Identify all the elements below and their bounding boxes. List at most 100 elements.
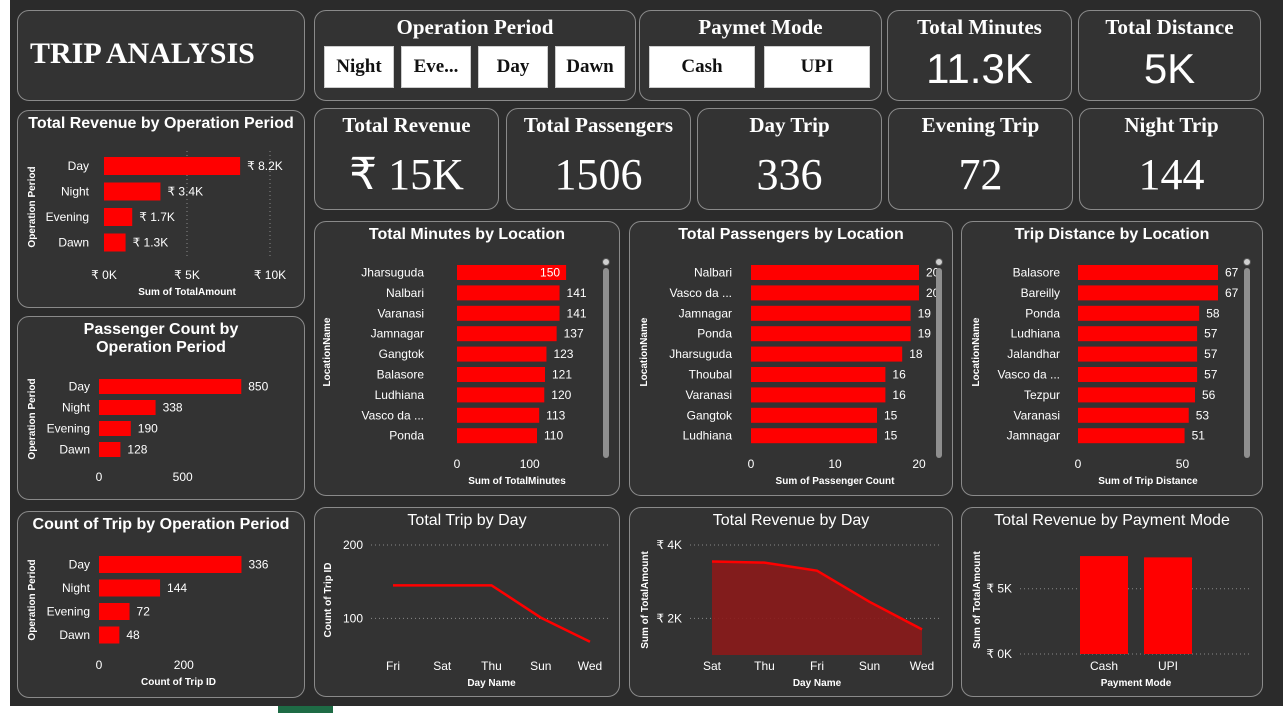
slicer-option-cash[interactable]: Cash: [649, 46, 755, 88]
tick-label: 0: [748, 457, 755, 471]
category-label: Evening: [47, 422, 90, 436]
category-label: Varanasi: [1014, 408, 1060, 422]
data-label: 67: [1225, 266, 1239, 280]
area-fill: [712, 561, 922, 655]
category-label: Balasore: [377, 368, 425, 382]
kpi-day-trip: Day Trip 336: [697, 108, 882, 210]
category-label: Bareilly: [1021, 286, 1060, 300]
tick-label: 200: [343, 538, 363, 552]
bar: [751, 387, 886, 403]
chart-minutes-by-location: Total Minutes by Location Jharsuguda 150 N…: [314, 221, 620, 496]
bar: [457, 387, 545, 403]
payment-mode-slicer: Paymet Mode Cash UPI: [639, 10, 882, 101]
kpi-value: 1506: [554, 150, 643, 199]
category-label: Ponda: [697, 327, 732, 341]
category-label: Ludhiana: [375, 388, 425, 402]
bar: [99, 556, 242, 573]
data-label: 110: [544, 429, 563, 443]
bar: [1080, 556, 1128, 654]
kpi-evening-trip: Evening Trip 72: [888, 108, 1073, 210]
scrollbar-thumb: [603, 268, 609, 458]
chart-passengers-by-location-svg: Nalbari 20Vasco da ... 20Jamnagar 19Ponda 19…: [639, 258, 943, 487]
category-label: Gangtok: [379, 347, 425, 361]
bar: [99, 442, 121, 457]
category-label: Tezpur: [1024, 388, 1060, 402]
y-axis-label: LocationName: [971, 317, 982, 386]
kpi-total-distance: Total Distance 5K: [1078, 10, 1261, 101]
category-label: Ponda: [389, 429, 424, 443]
kpi-label: Total Distance: [1105, 15, 1234, 39]
category-label: Ponda: [1025, 306, 1060, 320]
chart-trips-by-period: Count of Trip by Operation Period Day 336…: [17, 511, 305, 698]
bar: [1144, 557, 1192, 654]
page-title: TRIP ANALYSIS: [30, 37, 255, 70]
kpi-total-passengers: Total Passengers 1506: [506, 108, 691, 210]
category-label: Fri: [810, 659, 824, 673]
data-label: 190: [138, 422, 158, 436]
tick-label: 100: [520, 457, 540, 471]
bar: [1078, 367, 1198, 382]
bar: [1078, 346, 1198, 362]
category-label: Nalbari: [694, 266, 732, 280]
data-label: 51: [1192, 429, 1206, 443]
data-label: 121: [552, 368, 572, 382]
category-label: Jharsuguda: [361, 266, 424, 280]
bar: [104, 233, 126, 252]
window-bottom-strip: [0, 706, 1283, 713]
x-axis-label: Count of Trip ID: [141, 677, 216, 688]
kpi-label: Day Trip: [749, 113, 830, 137]
y-axis-label: LocationName: [322, 317, 333, 386]
y-axis-label: Operation Period: [27, 378, 38, 459]
category-label: Evening: [46, 210, 89, 224]
scrollbar-handle-icon: [602, 258, 610, 266]
data-label: ₹ 1.7K: [139, 210, 175, 224]
y-axis-label: Sum of TotalAmount: [972, 551, 983, 649]
tick-label: ₹ 10K: [254, 268, 286, 282]
x-axis-label: Sum of TotalAmount: [138, 287, 236, 298]
category-label: Night: [61, 185, 90, 199]
slicer-option-upi[interactable]: UPI: [764, 46, 870, 88]
slicer-option-evening[interactable]: Eve...: [401, 46, 471, 88]
data-label: 141: [567, 306, 587, 320]
tick-label: ₹ 0K: [91, 268, 117, 282]
bar: [104, 208, 133, 226]
category-label: Jamnagar: [371, 327, 424, 341]
kpi-total-minutes: Total Minutes 11.3K: [887, 10, 1072, 101]
data-label: 15: [884, 429, 898, 443]
category-label: Thu: [481, 659, 502, 673]
data-label: 137: [564, 327, 584, 341]
chart-trip-by-day: Total Trip by Day 100 200 Fri Sat Thu Sun Wed D…: [314, 507, 620, 697]
bar: [457, 326, 557, 342]
chart-revenue-by-period-svg: Day ₹ 8.2K Night ₹ 3.4K Evening ₹ 1.7K Dawn ₹ 1…: [27, 151, 286, 298]
slicer-option-day[interactable]: Day: [478, 46, 548, 88]
bar: [457, 346, 547, 362]
operation-period-slicer-title: Operation Period: [396, 15, 554, 39]
category-label: Varanasi: [378, 306, 424, 320]
kpi-total-revenue: Total Revenue ₹ 15K: [314, 108, 499, 210]
data-label: 57: [1204, 368, 1218, 382]
data-label: 150: [540, 266, 560, 280]
chart-passengers-by-period-svg: Day 850 Night 338 Evening 190 Dawn 128 0 500 Opera…: [27, 378, 269, 484]
bar: [751, 367, 886, 382]
bar: [99, 626, 120, 644]
bar: [751, 346, 903, 362]
data-label: ₹ 3.4K: [167, 185, 203, 199]
bar: [751, 305, 911, 321]
slicer-option-night[interactable]: Night: [324, 46, 394, 88]
operation-period-slicer: Operation Period Night Eve... Day Dawn: [314, 10, 636, 101]
bar: [99, 379, 242, 394]
dashboard-canvas: TRIP ANALYSIS Operation Period Night Eve…: [10, 0, 1283, 706]
tick-label: 100: [343, 611, 363, 625]
tick-label: 500: [173, 470, 193, 484]
bar: [1078, 265, 1218, 280]
kpi-label: Total Minutes: [917, 15, 1042, 39]
payment-mode-slicer-title: Paymet Mode: [698, 15, 823, 39]
bar: [99, 579, 161, 597]
scrollbar-handle-icon: [1243, 258, 1251, 266]
bar: [457, 428, 537, 444]
category-label: Varanasi: [686, 388, 732, 402]
data-label: 15: [884, 408, 898, 422]
chart-distance-by-location: Trip Distance by Location Balasore 67 Bare…: [961, 221, 1263, 496]
bar: [1078, 387, 1196, 403]
slicer-option-dawn[interactable]: Dawn: [555, 46, 625, 88]
